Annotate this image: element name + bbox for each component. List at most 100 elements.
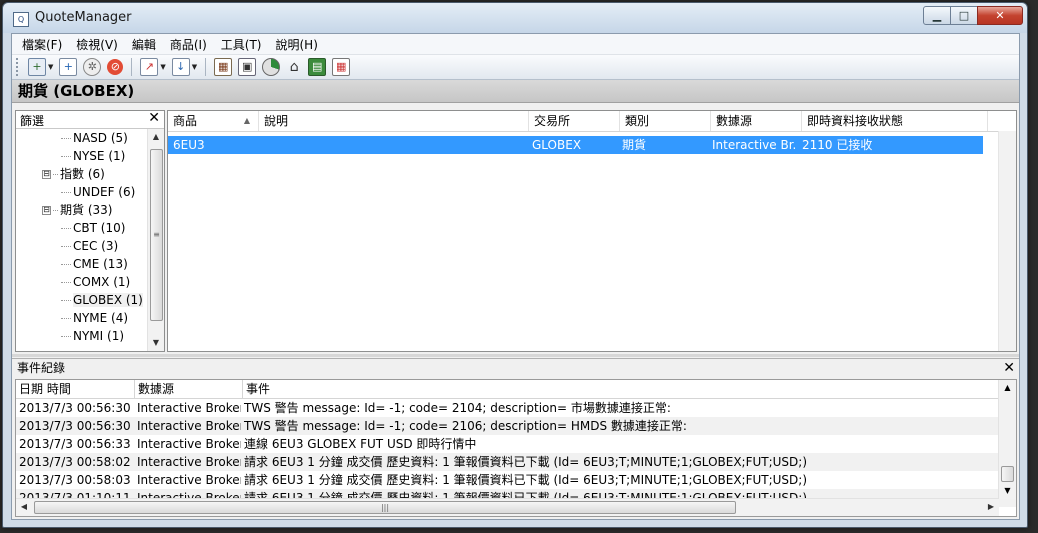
toolbar-separator: [131, 58, 133, 76]
log-row[interactable]: 2013/7/3 00:56:30 Interactive Brokers TW…: [16, 399, 1016, 417]
add-symbol-icon[interactable]: +: [59, 58, 78, 76]
log-event: TWS 警告 message: Id= -1; code= 2106; desc…: [244, 419, 687, 433]
column-header-datasource[interactable]: 數據源: [711, 111, 802, 131]
event-log-header: 日期 時間 數據源 事件: [16, 380, 1016, 399]
column-header-datetime[interactable]: 日期 時間: [16, 380, 135, 398]
menu-tools[interactable]: 工具(T): [214, 36, 269, 53]
tree-item-selected[interactable]: GLOBEX (1): [16, 291, 146, 309]
tree-item[interactable]: NYME (4): [16, 309, 146, 327]
menu-edit[interactable]: 編輯: [125, 36, 163, 53]
menu-file[interactable]: 檔案(F): [15, 36, 69, 53]
event-log-hscrollbar[interactable]: ◀ ||| ▶: [16, 498, 999, 516]
log-row[interactable]: 2013/7/3 00:58:02 Interactive Brokers 請求…: [16, 453, 1016, 471]
calendar-red-icon[interactable]: ▦: [332, 58, 351, 76]
symbol-grid-header: 商品 ▲ 說明 交易所 類別 數據源 即時資料接收狀態: [168, 111, 1016, 132]
client-area: 檔案(F) 檢視(V) 編輯 商品(I) 工具(T) 說明(H) + ▼ + ✲…: [11, 33, 1020, 520]
frame-icon[interactable]: ▣: [238, 58, 257, 76]
scroll-up-icon[interactable]: ▲: [999, 380, 1016, 396]
pie-chart-icon[interactable]: [262, 58, 281, 76]
toolbar: + ▼ + ✲ ⊘ ↗ ▼ ↓ ▼ ▦ ▣ ⌂ ▤ ▦: [12, 55, 1019, 80]
scroll-up-icon[interactable]: ▲: [148, 129, 164, 145]
filter-pane-title: 篩選: [20, 114, 45, 128]
menu-bar: 檔案(F) 檢視(V) 編輯 商品(I) 工具(T) 說明(H): [12, 34, 1019, 55]
chart-icon[interactable]: ↗: [140, 58, 159, 76]
collapse-icon[interactable]: ⊟: [42, 206, 51, 215]
log-datetime: 2013/7/3 00:58:02: [19, 455, 131, 469]
event-log-grid: 日期 時間 數據源 事件 2013/7/3 00:56:30 Interacti…: [15, 379, 1017, 517]
log-event: 連線 6EU3 GLOBEX FUT USD 即時行情中: [244, 437, 477, 451]
tree-item[interactable]: NASD (5): [16, 129, 146, 147]
tree-group[interactable]: ⊟ 期貨 (33): [16, 201, 146, 219]
event-log-close-icon[interactable]: ✕: [1003, 359, 1015, 377]
filter-pane: 篩選 ✕ NASD (5) NYSE (1) ⊟ 指數 (6) UNDEF (6)…: [15, 110, 165, 352]
log-datetime: 2013/7/3 00:58:03: [19, 473, 131, 487]
event-log-pane: 事件紀錄 ✕ 日期 時間 數據源 事件 2013/7/3 00:56:30 In…: [12, 358, 1019, 519]
column-header-category[interactable]: 類別: [620, 111, 711, 131]
tree-item[interactable]: CBT (10): [16, 219, 146, 237]
scroll-left-icon[interactable]: ◀: [16, 499, 32, 515]
column-header-exchange[interactable]: 交易所: [529, 111, 620, 131]
tree-item[interactable]: NYMI (1): [16, 327, 146, 345]
cell-datasource: Interactive Br...: [707, 136, 797, 154]
toolbar-separator: [205, 58, 207, 76]
menu-view[interactable]: 檢視(V): [69, 36, 125, 53]
scroll-down-icon[interactable]: ▼: [999, 483, 1016, 499]
symbol-grid: 商品 ▲ 說明 交易所 類別 數據源 即時資料接收狀態 6EU3 GLOBEX 期…: [167, 110, 1017, 352]
scroll-thumb[interactable]: ≡: [150, 149, 163, 321]
column-header-symbol[interactable]: 商品 ▲: [168, 111, 259, 131]
log-datasource: Interactive Brokers: [137, 419, 241, 433]
new-quote-dropdown-icon[interactable]: ▼: [48, 63, 53, 71]
new-quote-icon[interactable]: +: [28, 58, 46, 76]
close-button[interactable]: ✕: [977, 6, 1023, 25]
filter-scrollbar[interactable]: ▲ ≡ ▼: [147, 129, 164, 351]
tree-group[interactable]: ⊟ 指數 (6): [16, 165, 146, 183]
log-row[interactable]: 2013/7/3 00:58:03 Interactive Brokers 請求…: [16, 471, 1016, 489]
scroll-down-icon[interactable]: ▼: [148, 335, 164, 351]
minimize-button[interactable]: ▁: [923, 6, 951, 25]
log-datasource: Interactive Brokers: [137, 437, 241, 451]
history-icon[interactable]: ↓: [171, 58, 190, 76]
event-log-title: 事件紀錄: [17, 361, 66, 375]
log-datasource: Interactive Brokers: [137, 473, 241, 487]
cell-description: [258, 136, 527, 154]
settings-gear-icon[interactable]: ✲: [83, 58, 102, 76]
bank-icon[interactable]: ⌂: [286, 59, 302, 75]
tree-item[interactable]: UNDEF (6): [16, 183, 146, 201]
event-log-vscrollbar[interactable]: ▲ ▼: [998, 380, 1016, 499]
column-header-event[interactable]: 事件: [243, 380, 1006, 398]
log-datetime: 2013/7/3 00:56:30: [19, 419, 131, 433]
column-header-datasource[interactable]: 數據源: [135, 380, 243, 398]
menu-help[interactable]: 說明(H): [268, 36, 324, 53]
calendar-icon[interactable]: ▦: [214, 58, 233, 76]
filter-pane-close-icon[interactable]: ✕: [148, 110, 160, 126]
tree-item[interactable]: CME (13): [16, 255, 146, 273]
table-row[interactable]: 6EU3 GLOBEX 期貨 Interactive Br... 2110 已接…: [168, 136, 1016, 154]
filter-tree: NASD (5) NYSE (1) ⊟ 指數 (6) UNDEF (6) ⊟ 期貨 …: [16, 129, 146, 350]
maximize-button[interactable]: □: [950, 6, 978, 25]
log-event: 請求 6EU3 1 分鐘 成交價 歷史資料: 1 筆報價資料已下載 (Id= 6…: [244, 455, 808, 469]
history-dropdown-icon[interactable]: ▼: [192, 63, 197, 71]
symbol-grid-scrollbar[interactable]: [998, 131, 1016, 351]
scroll-right-icon[interactable]: ▶: [983, 499, 999, 515]
column-header-description[interactable]: 說明: [259, 111, 529, 131]
menu-instrument[interactable]: 商品(I): [163, 36, 214, 53]
title-bar[interactable]: Q QuoteManager ▁ □ ✕: [3, 3, 1027, 33]
app-icon: Q: [13, 12, 29, 27]
log-row[interactable]: 2013/7/3 00:56:33 Interactive Brokers 連線…: [16, 435, 1016, 453]
column-header-realtime-status[interactable]: 即時資料接收狀態: [802, 111, 988, 131]
scroll-thumb[interactable]: |||: [34, 501, 736, 514]
chart-dropdown-icon[interactable]: ▼: [160, 63, 165, 71]
log-event: 請求 6EU3 1 分鐘 成交價 歷史資料: 1 筆報價資料已下載 (Id= 6…: [244, 473, 808, 487]
pane-splitter[interactable]: [12, 354, 1019, 357]
collapse-icon[interactable]: ⊟: [42, 170, 51, 179]
toolbar-grip[interactable]: [16, 58, 21, 76]
cell-symbol: 6EU3: [168, 136, 258, 154]
tree-item[interactable]: CEC (3): [16, 237, 146, 255]
tree-item[interactable]: COMX (1): [16, 273, 146, 291]
tree-item[interactable]: NYSE (1): [16, 147, 146, 165]
scroll-thumb[interactable]: [1001, 466, 1014, 482]
stop-icon[interactable]: ⊘: [107, 59, 124, 75]
green-book-icon[interactable]: ▤: [308, 58, 327, 76]
cell-exchange: GLOBEX: [527, 136, 617, 154]
log-row[interactable]: 2013/7/3 00:56:30 Interactive Brokers TW…: [16, 417, 1016, 435]
